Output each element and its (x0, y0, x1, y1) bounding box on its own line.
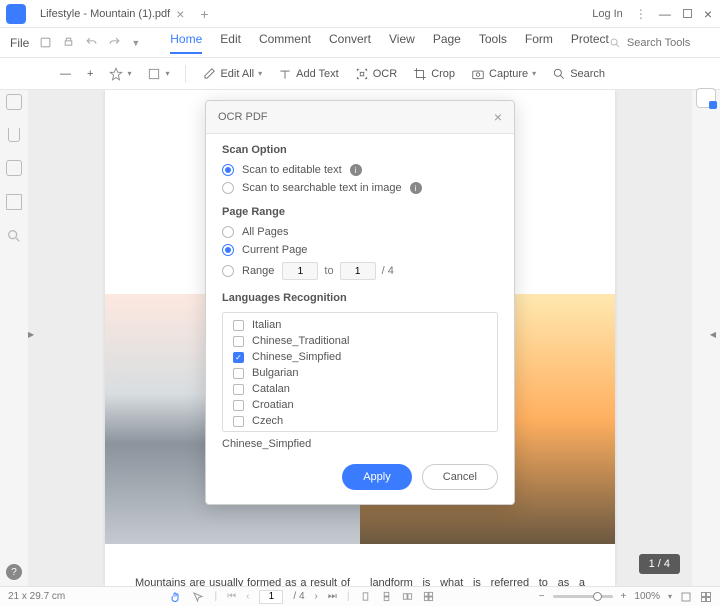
language-row[interactable]: Croatian (223, 397, 497, 413)
checkbox-icon (233, 384, 244, 395)
page-range-label: Page Range (222, 206, 498, 218)
radio-all-pages[interactable]: All Pages (222, 226, 498, 238)
radio-range[interactable]: Range to / 4 (222, 262, 498, 280)
checkbox-icon (233, 416, 244, 427)
checkbox-icon (233, 320, 244, 331)
cancel-button[interactable]: Cancel (422, 464, 498, 490)
language-label: Chinese_Simpfied (252, 351, 341, 363)
language-row[interactable]: Czech (223, 413, 497, 429)
radio-icon (222, 244, 234, 256)
language-row[interactable]: Greek (223, 429, 497, 432)
language-label: Croatian (252, 399, 294, 411)
checkbox-icon (233, 336, 244, 347)
range-from-input[interactable] (282, 262, 318, 280)
language-label: Bulgarian (252, 367, 298, 379)
modal-title: OCR PDF (218, 111, 268, 123)
selected-language: Chinese_Simpfied (222, 438, 498, 450)
modal-close-icon[interactable]: × (494, 109, 502, 125)
checkbox-icon (233, 368, 244, 379)
language-list[interactable]: Italian Chinese_Traditional Chinese_Simpfi… (222, 312, 498, 432)
radio-scan-searchable[interactable]: Scan to searchable text in image i (222, 182, 498, 194)
language-row[interactable]: Chinese_Simpfied (223, 349, 497, 365)
radio-icon (222, 226, 234, 238)
language-row[interactable]: Bulgarian (223, 365, 497, 381)
radio-current-page[interactable]: Current Page (222, 244, 498, 256)
scan-option-label: Scan Option (222, 144, 498, 156)
language-label: Chinese_Traditional (252, 335, 349, 347)
radio-icon (222, 182, 234, 194)
language-label: Italian (252, 319, 281, 331)
modal-overlay: OCR PDF × Scan Option Scan to editable t… (0, 0, 720, 606)
info-icon[interactable]: i (350, 164, 362, 176)
language-label: Catalan (252, 383, 290, 395)
apply-button[interactable]: Apply (342, 464, 412, 490)
language-row[interactable]: Chinese_Traditional (223, 333, 497, 349)
ocr-modal: OCR PDF × Scan Option Scan to editable t… (205, 100, 515, 505)
language-row[interactable]: Italian (223, 317, 497, 333)
language-row[interactable]: Catalan (223, 381, 497, 397)
radio-icon (222, 265, 234, 277)
radio-scan-editable[interactable]: Scan to editable text i (222, 164, 498, 176)
checkbox-icon (233, 432, 244, 433)
checkbox-icon (233, 400, 244, 411)
checkbox-icon (233, 352, 244, 363)
info-icon[interactable]: i (410, 182, 422, 194)
range-to-input[interactable] (340, 262, 376, 280)
language-label: Greek (252, 431, 282, 432)
language-label: Czech (252, 415, 283, 427)
radio-icon (222, 164, 234, 176)
languages-label: Languages Recognition (222, 292, 498, 304)
